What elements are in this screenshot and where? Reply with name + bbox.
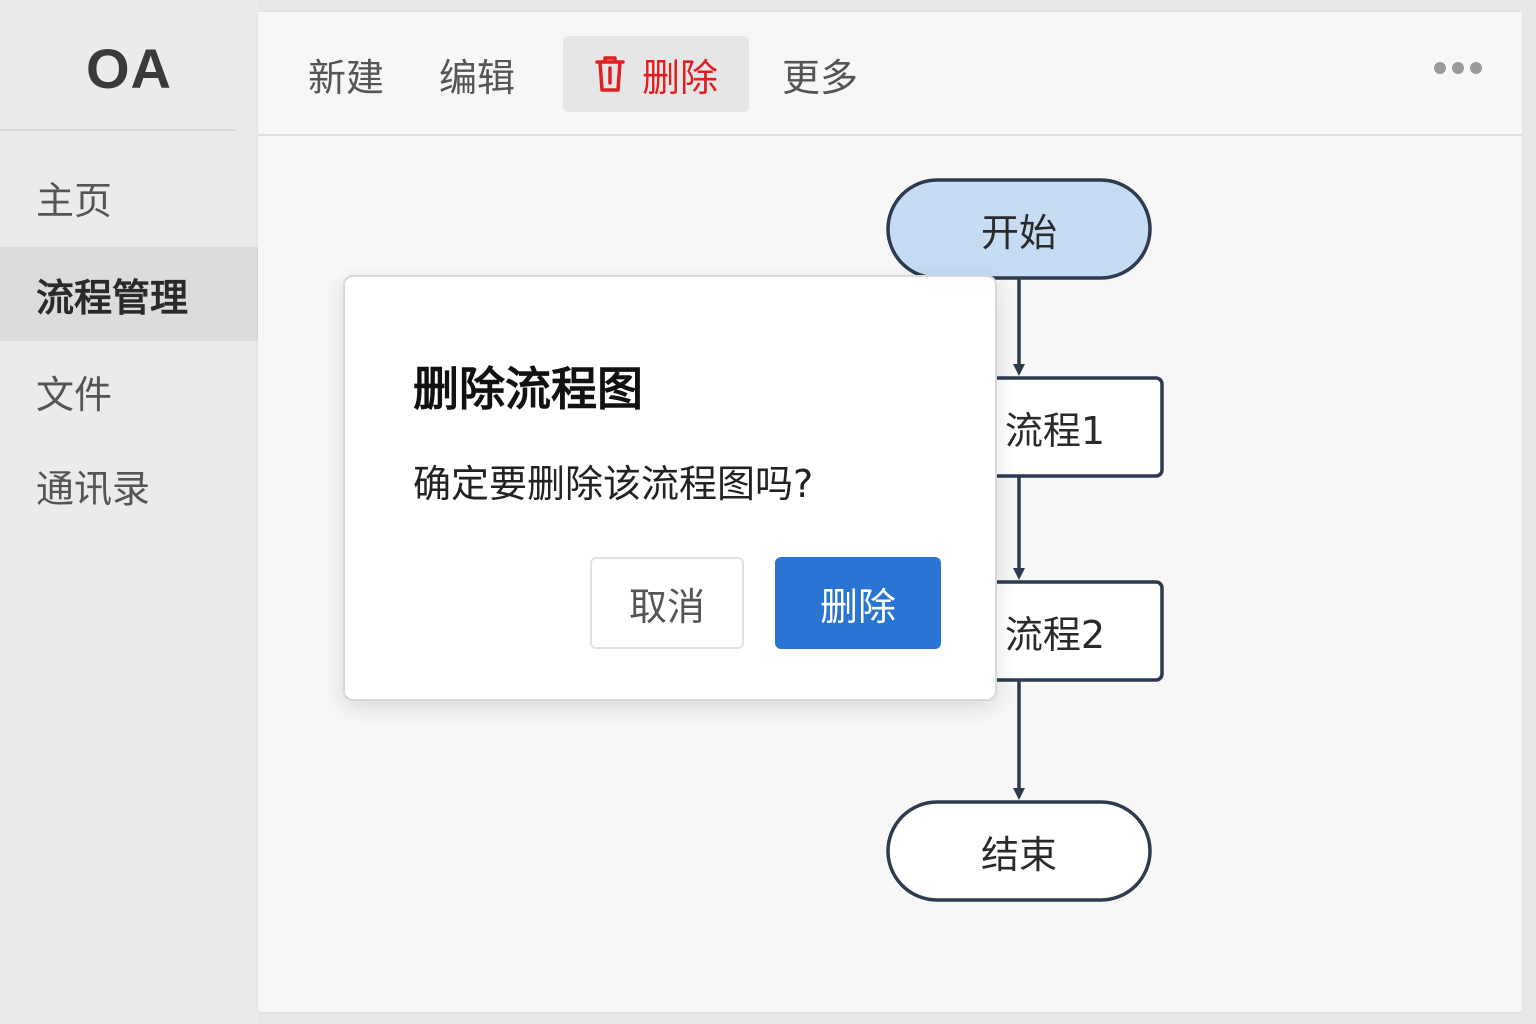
edit-button[interactable]: 编辑 — [439, 36, 515, 112]
dialog-message: 确定要删除该流程图吗? — [413, 462, 814, 506]
sidebar-item-files[interactable]: 文件 — [0, 344, 258, 438]
delete-button[interactable]: 删除 — [563, 36, 749, 112]
confirm-delete-button-label: 删除 — [819, 584, 896, 629]
more-button-label: 更多 — [782, 55, 859, 100]
sidebar: OA 主页 流程管理 文件 通讯录 — [0, 0, 258, 1024]
flow-node-end-label: 结束 — [980, 832, 1057, 877]
sidebar-item-process-management[interactable]: 流程管理 — [0, 247, 258, 341]
sidebar-item-contacts[interactable]: 通讯录 — [0, 438, 258, 532]
delete-confirm-dialog: 删除流程图 确定要删除该流程图吗? 取消 删除 — [343, 275, 997, 701]
flow-node-start-label: 开始 — [980, 210, 1057, 255]
app-window: OA 主页 流程管理 文件 通讯录 新建 编辑 删除 更多 开始 流程1 流程2… — [0, 0, 1536, 1024]
new-button[interactable]: 新建 — [308, 36, 384, 112]
more-button[interactable]: 更多 — [782, 36, 858, 112]
cancel-button-label: 取消 — [628, 584, 705, 629]
cancel-button[interactable]: 取消 — [590, 557, 744, 649]
delete-button-label: 删除 — [641, 55, 718, 100]
sidebar-item-home[interactable]: 主页 — [0, 150, 258, 244]
more-horizontal-icon[interactable] — [1434, 62, 1482, 74]
new-button-label: 新建 — [308, 55, 385, 100]
sidebar-item-label: 文件 — [36, 372, 113, 417]
dialog-title: 删除流程图 — [413, 362, 643, 416]
toolbar: 新建 编辑 删除 更多 — [258, 12, 1522, 136]
sidebar-item-label: 流程管理 — [36, 275, 189, 320]
confirm-delete-button[interactable]: 删除 — [775, 557, 941, 649]
sidebar-divider — [0, 129, 236, 131]
app-logo: OA — [86, 37, 172, 100]
sidebar-item-label: 通讯录 — [36, 466, 151, 511]
edit-button-label: 编辑 — [439, 55, 516, 100]
trash-icon — [594, 55, 626, 93]
sidebar-item-label: 主页 — [36, 178, 113, 223]
